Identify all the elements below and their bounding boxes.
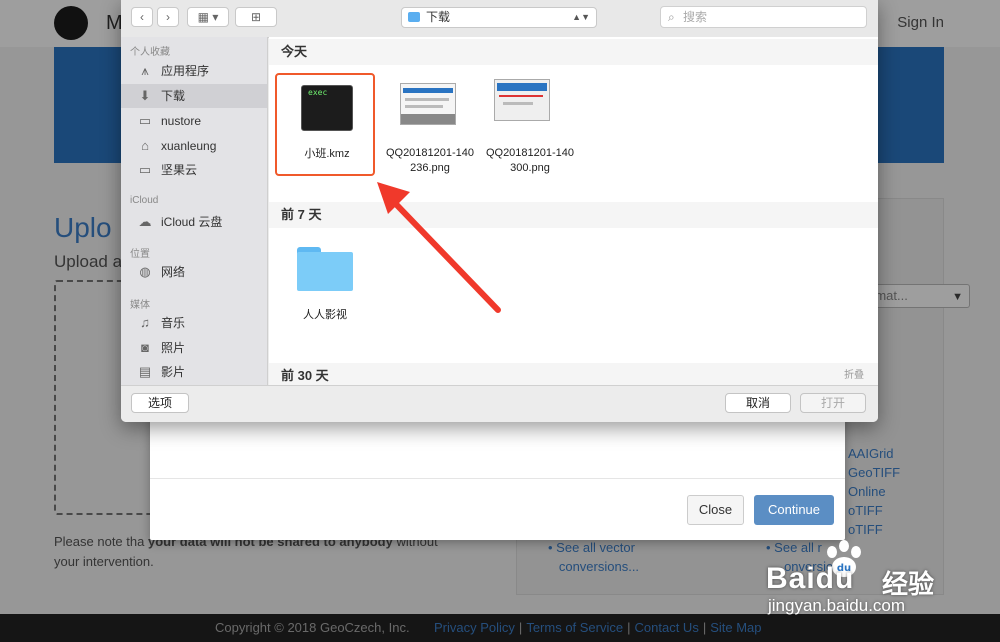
file-open-dialog: ‹ › ▦ ▾ ⊞ 下载 ▲▼ ⌕ 搜索 个人收藏 ⩚ 应用程序 ⬇ 下载 ▭ … [121,0,878,422]
folder-icon [297,247,353,291]
music-icon: ♫ [140,315,150,330]
dialog-footer: 选项 取消 打开 [121,385,878,422]
file-name-line2: 236.png [410,162,450,174]
image-thumbnail-icon [494,79,550,121]
sidebar-item-photos[interactable]: ◙ 照片 [121,336,267,360]
image-thumbnail-icon [400,83,456,125]
sidebar-item-label: iCloud 云盘 [161,215,223,229]
folder-icon: ▭ [138,162,152,177]
sidebar-item-label: 下载 [161,89,186,103]
section-header-last-7-days: 前 7 天 [269,202,878,228]
forward-button[interactable]: › [157,7,179,27]
baidu-watermark: du Baidu 经验 jingyan.baidu.com [740,540,960,620]
sidebar-item-label: nustore [161,114,202,128]
modal-divider [150,478,845,479]
new-folder-button[interactable]: ⊞ [235,7,277,27]
film-icon: ▤ [138,364,152,379]
view-mode-button[interactable]: ▦ ▾ [187,7,229,27]
chevron-right-icon: › [166,10,170,24]
options-button[interactable]: 选项 [131,393,189,413]
location-label: 下载 [426,10,451,24]
watermark-url: jingyan.baidu.com [768,596,906,615]
folder-body [297,252,353,291]
cloud-icon: ☁ [138,214,152,229]
sidebar-item-jianguoyun[interactable]: ▭ 坚果云 [121,158,267,182]
updown-icon: ▲▼ [572,12,590,22]
location-select[interactable]: 下载 ▲▼ [401,7,597,28]
folder-icon: ▭ [138,113,152,128]
sidebar-item-label: 影片 [161,365,186,379]
grid-view-icon: ▦ ▾ [197,10,219,24]
sidebar-item-network[interactable]: ◍ 网络 [121,260,267,284]
sidebar-item-label: 音乐 [161,316,186,330]
sidebar-item-label: 照片 [161,341,186,355]
dialog-sidebar: 个人收藏 ⩚ 应用程序 ⬇ 下载 ▭ nustore ⌂ xuanleung ▭… [121,37,268,385]
folder-item-renren[interactable]: 人人影视 [269,233,381,333]
section-header-today: 今天 [269,39,878,65]
sidebar-item-home[interactable]: ⌂ xuanleung [121,134,267,158]
sidebar-item-nustore[interactable]: ▭ nustore [121,109,267,133]
sidebar-item-downloads[interactable]: ⬇ 下载 [121,84,267,108]
watermark-brand: Baidu [766,562,855,595]
file-name: QQ20181201-140 236.png [380,146,480,176]
sidebar-item-label: 坚果云 [161,163,198,177]
search-icon: ⌕ [668,10,675,24]
section-title: 前 7 天 [281,207,322,222]
file-item-png-300[interactable]: QQ20181201-140 300.png [480,75,580,175]
file-item-png-236[interactable]: QQ20181201-140 236.png [380,75,480,175]
thumb-line [503,102,533,105]
continue-button[interactable]: Continue [754,495,834,525]
chevron-left-icon: ‹ [140,10,144,24]
sidebar-item-label: 应用程序 [161,64,210,78]
sidebar-item-applications[interactable]: ⩚ 应用程序 [121,59,267,83]
file-name-line1: QQ20181201-140 [385,147,475,159]
file-item-kmz[interactable]: exec 小班.kmz [275,73,375,176]
home-icon: ⌂ [141,138,149,153]
globe-icon: ◍ [139,264,151,279]
download-folder-icon [408,12,420,22]
sidebar-item-label: xuanleung [161,139,217,153]
thumb-bar [403,88,453,93]
sidebar-header-icloud: iCloud [130,195,159,206]
section-title: 今天 [281,44,308,59]
search-placeholder: 搜索 [683,10,708,24]
file-name: 小班.kmz [304,148,350,160]
download-icon: ⬇ [139,88,151,103]
back-button[interactable]: ‹ [131,7,153,27]
file-name: QQ20181201-140 300.png [480,146,580,176]
thumb-line [499,95,543,97]
open-button[interactable]: 打开 [800,393,866,413]
apps-icon: ⩚ [141,63,149,78]
sidebar-header-locations: 位置 [130,249,150,260]
sidebar-item-movies[interactable]: ▤ 影片 [121,360,267,384]
search-input[interactable]: ⌕ 搜索 [660,6,867,28]
sidebar-header-media: 媒体 [130,300,150,311]
thumb-bar [497,83,547,91]
new-folder-icon: ⊞ [250,10,262,24]
thumb-base [401,114,455,124]
file-name-line2: 300.png [510,162,550,174]
camera-icon: ◙ [141,340,149,355]
sidebar-item-music[interactable]: ♫ 音乐 [121,311,267,335]
file-name: 人人影视 [303,309,347,321]
close-button[interactable]: Close [687,495,744,525]
cancel-button[interactable]: 取消 [725,393,791,413]
file-name-line1: QQ20181201-140 [485,147,575,159]
thumb-line [405,98,449,101]
thumb-line [405,105,443,108]
dialog-toolbar: ‹ › ▦ ▾ ⊞ 下载 ▲▼ ⌕ 搜索 [121,0,878,38]
exec-label: exec [308,88,328,97]
exec-file-icon: exec [301,85,353,131]
file-browser: 今天 exec 小班.kmz QQ20181201-140 236.png QQ… [269,37,878,389]
sidebar-item-label: 网络 [161,265,186,279]
sidebar-header-favorites: 个人收藏 [130,47,170,58]
sidebar-item-icloud-drive[interactable]: ☁ iCloud 云盘 [121,210,267,234]
